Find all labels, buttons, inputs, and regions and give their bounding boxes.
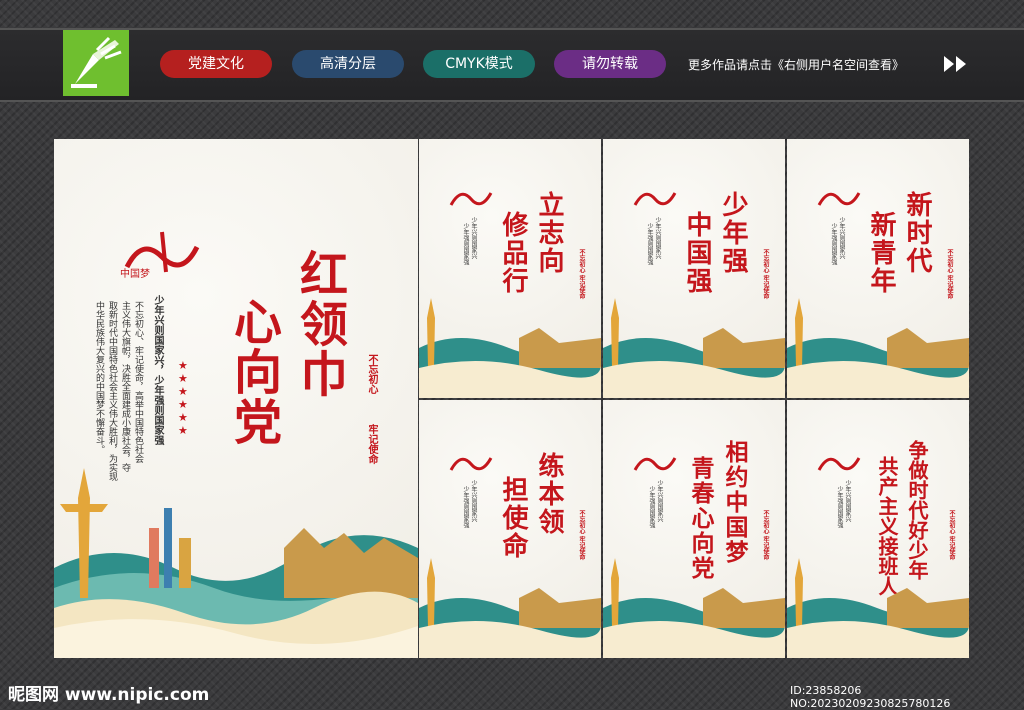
tag-cmyk-mode[interactable]: CMYK模式 bbox=[423, 50, 535, 78]
main-body-col3: 取新时代中国特色社会主义伟大胜利，为实现 bbox=[107, 301, 117, 481]
poster-4-title-col2: 担使命 bbox=[498, 476, 528, 560]
landscape-scene bbox=[787, 558, 969, 658]
poster-3-stamp: 不忘初心 牢记使命 bbox=[946, 249, 953, 300]
china-dream-brush-icon bbox=[449, 457, 493, 471]
poster-1-title-col2: 修品行 bbox=[498, 211, 528, 295]
tag-hd-layers[interactable]: 高清分层 bbox=[292, 50, 404, 78]
china-dream-brush-icon bbox=[633, 457, 677, 471]
main-poster: 中国梦 红领巾 心向党 ★ ★ ★ ★ ★ ★ 不忘初心 牢记使命 少年兴则国家兴，少年强… bbox=[54, 139, 418, 658]
poster-1-slogan1: 少年兴则国家兴 bbox=[470, 217, 477, 259]
china-dream-brush-icon bbox=[633, 192, 677, 206]
image-id-watermark: ID:23858206 NO:20230209230825780126 bbox=[790, 684, 951, 710]
poster-2-title-col1: 少年强 bbox=[718, 191, 748, 275]
main-title-col1: 红领巾 bbox=[291, 249, 347, 399]
poster-4: 练本领 担使命 不忘初心 牢记使命 少年兴则国家兴 少年强则国家强 bbox=[419, 400, 601, 658]
poster-5: 相约中国梦 青春心向党 不忘初心 牢记使命 少年兴则国家兴 少年强则国家强 bbox=[603, 400, 785, 658]
poster-1: 立志向 修品行 不忘初心 牢记使命 少年兴则国家兴 少年强则国家强 bbox=[419, 139, 601, 398]
more-works-link[interactable]: 更多作品请点击《右侧用户名空间查看》 bbox=[688, 56, 904, 73]
landscape-scene bbox=[419, 298, 601, 398]
poster-3-slogan2: 少年强则国家强 bbox=[830, 223, 837, 265]
china-dream-brush-icon bbox=[449, 192, 493, 206]
poster-6-slogan1: 少年兴则国家兴 bbox=[844, 480, 851, 522]
poster-4-slogan2: 少年强则国家强 bbox=[462, 486, 469, 528]
tag-party-culture[interactable]: 党建文化 bbox=[160, 50, 272, 78]
landscape-scene bbox=[787, 298, 969, 398]
pen-logo-icon bbox=[71, 36, 122, 88]
poster-2-slogan2: 少年强则国家强 bbox=[646, 223, 653, 265]
site-watermark: 昵图网 www.nipic.com bbox=[8, 685, 210, 705]
poster-5-slogan1: 少年兴则国家兴 bbox=[656, 480, 663, 522]
poster-2: 少年强 中国强 不忘初心 牢记使命 少年兴则国家兴 少年强则国家强 bbox=[603, 139, 785, 398]
poster-3: 新时代 新青年 不忘初心 牢记使命 少年兴则国家兴 少年强则国家强 bbox=[787, 139, 969, 398]
poster-4-title-col1: 练本领 bbox=[534, 452, 564, 536]
tag-no-repost[interactable]: 请勿转载 bbox=[554, 50, 666, 78]
poster-5-slogan2: 少年强则国家强 bbox=[648, 486, 655, 528]
main-body-col2: 主义伟大旗帜，决胜全面建成小康社会，夺 bbox=[120, 301, 130, 472]
poster-4-stamp: 不忘初心 牢记使命 bbox=[578, 510, 585, 561]
poster-1-slogan2: 少年强则国家强 bbox=[462, 223, 469, 265]
landscape-scene bbox=[54, 468, 418, 658]
poster-4-slogan1: 少年兴则国家兴 bbox=[470, 480, 477, 522]
main-slogan: 少年兴则国家兴，少年强则国家强 bbox=[152, 295, 163, 445]
poster-6-stamp: 不忘初心 牢记使命 bbox=[948, 510, 955, 561]
main-body-col1: 不忘初心、牢记使命，高举中国特色社会 bbox=[133, 301, 143, 463]
landscape-scene bbox=[419, 558, 601, 658]
landscape-scene bbox=[603, 558, 785, 658]
poster-5-title-col1: 相约中国梦 bbox=[721, 440, 748, 565]
poster-2-title-col2: 中国强 bbox=[682, 211, 712, 295]
poster-6-slogan2: 少年强则国家强 bbox=[836, 486, 843, 528]
landscape-scene bbox=[603, 298, 785, 398]
poster-2-stamp: 不忘初心 牢记使命 bbox=[762, 249, 769, 300]
poster-3-title-col2: 新青年 bbox=[866, 211, 896, 295]
site-logo bbox=[63, 30, 129, 96]
poster-1-title-col1: 立志向 bbox=[534, 191, 564, 275]
main-title-col2: 心向党 bbox=[225, 297, 281, 447]
brand-text: 中国梦 bbox=[120, 269, 150, 280]
china-dream-brush-icon bbox=[817, 192, 861, 206]
double-arrow-icon[interactable] bbox=[942, 54, 970, 74]
main-body-col4: 中华民族伟大复兴的中国梦不懈奋斗。 bbox=[94, 301, 104, 454]
stamp-not-forget: 不忘初心 bbox=[366, 354, 377, 394]
poster-5-stamp: 不忘初心 牢记使命 bbox=[762, 510, 769, 561]
china-dream-brush-icon bbox=[817, 457, 861, 471]
poster-2-slogan1: 少年兴则国家兴 bbox=[654, 217, 661, 259]
poster-3-slogan1: 少年兴则国家兴 bbox=[838, 217, 845, 259]
stars-decoration: ★ ★ ★ ★ ★ ★ bbox=[178, 359, 188, 437]
poster-6: 争做时代好少年 共产主义接班人 不忘初心 牢记使命 少年兴则国家兴 少年强则国家… bbox=[787, 400, 969, 658]
poster-1-stamp: 不忘初心 牢记使命 bbox=[578, 249, 585, 300]
poster-3-title-col1: 新时代 bbox=[902, 191, 932, 275]
